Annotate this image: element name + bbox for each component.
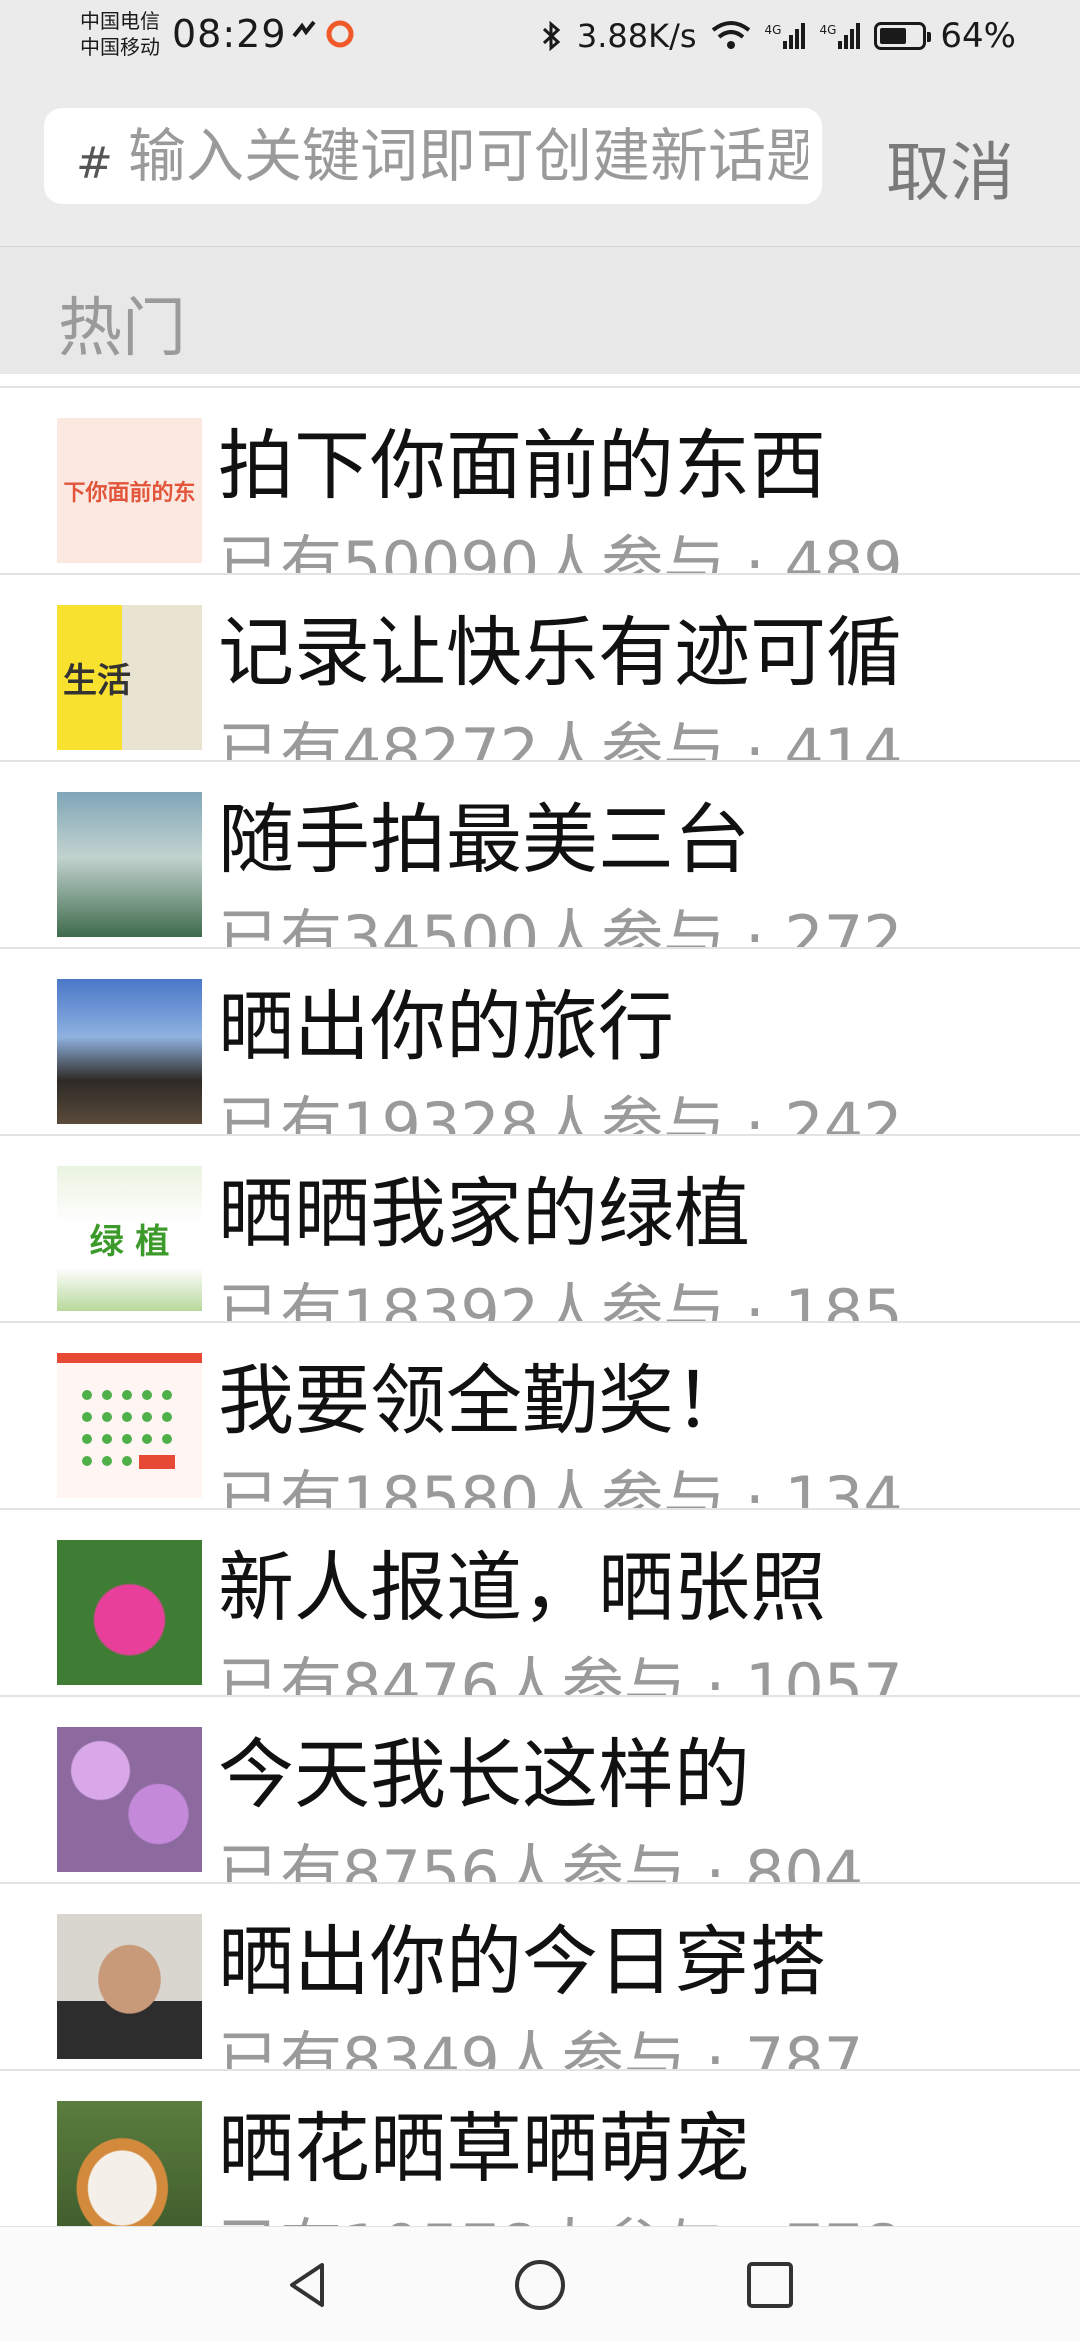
topic-meta: 已有19328人参与 · 242 bbox=[218, 1089, 903, 1136]
record-icon bbox=[326, 20, 354, 48]
bluetooth-icon bbox=[542, 20, 561, 52]
cat-icon bbox=[57, 2101, 202, 2226]
landscape-icon bbox=[57, 792, 202, 937]
section-header: 热门 bbox=[0, 246, 1080, 375]
topic-title: 随手拍最美三台 bbox=[218, 795, 750, 884]
search-bar: # 取消 bbox=[0, 80, 1080, 246]
signal-1-icon: 4G bbox=[765, 23, 806, 49]
hash-icon: # bbox=[76, 138, 113, 189]
list-item[interactable]: 绿 植 晒晒我家的绿植 已有18392人参与 · 185 bbox=[0, 1136, 1080, 1323]
list-item-partial bbox=[0, 374, 1080, 388]
topic-meta: 已有8349人参与 · 787 bbox=[218, 2024, 864, 2071]
topic-meta: 已有50090人参与 · 489 bbox=[218, 528, 903, 575]
topic-meta: 已有8756人参与 · 804 bbox=[218, 1837, 864, 1884]
flower-icon bbox=[57, 1540, 202, 1685]
topic-title: 晒出你的今日穿搭 bbox=[218, 1917, 826, 2006]
search-box[interactable]: # bbox=[44, 108, 822, 204]
battery-fill bbox=[880, 28, 907, 44]
home-icon[interactable] bbox=[510, 2255, 570, 2315]
list-item[interactable]: 晒花晒草晒萌宠 已有10578人参与 · 778 bbox=[0, 2071, 1080, 2226]
topic-meta: 已有48272人参与 · 414 bbox=[218, 715, 903, 762]
list-item[interactable]: 我要领全勤奖！ 已有18580人参与 · 134 bbox=[0, 1323, 1080, 1510]
list-item[interactable]: 下你面前的东 拍下你面前的东西 已有50090人参与 · 489 bbox=[0, 388, 1080, 575]
photo-icon: 生活 bbox=[57, 605, 202, 750]
signal-2-icon: 4G bbox=[819, 23, 861, 49]
topic-meta: 已有18392人参与 · 185 bbox=[218, 1276, 903, 1323]
topic-title: 今天我长这样的 bbox=[218, 1730, 750, 1819]
list-item[interactable]: 生活 记录让快乐有迹可循 已有48272人参与 · 414 bbox=[0, 575, 1080, 762]
status-bar: 中国电信 中国移动 08:29 3.88K/s 4G 4G 64% bbox=[0, 0, 1080, 80]
list-item[interactable]: 今天我长这样的 已有8756人参与 · 804 bbox=[0, 1697, 1080, 1884]
cancel-button[interactable]: 取消 bbox=[886, 122, 1014, 214]
net-speed: 3.88K/s bbox=[576, 17, 697, 55]
blossom-icon bbox=[57, 1727, 202, 1872]
portrait-icon bbox=[57, 1914, 202, 2059]
battery-percent: 64% bbox=[940, 16, 1016, 56]
recents-icon[interactable] bbox=[740, 2255, 800, 2315]
topic-title: 新人报道，晒张照 bbox=[218, 1543, 826, 1632]
topic-search-input[interactable] bbox=[128, 108, 808, 204]
clock: 08:29 bbox=[172, 12, 287, 56]
list-item[interactable]: 晒出你的旅行 已有19328人参与 · 242 bbox=[0, 949, 1080, 1136]
plant-icon: 绿 植 bbox=[57, 1166, 202, 1311]
temple-icon bbox=[57, 979, 202, 1124]
topic-title: 记录让快乐有迹可循 bbox=[218, 608, 902, 697]
carrier-2: 中国移动 bbox=[80, 35, 160, 59]
list-item[interactable]: 随手拍最美三台 已有34500人参与 · 272 bbox=[0, 762, 1080, 949]
topic-title: 晒出你的旅行 bbox=[218, 982, 674, 1071]
list-item[interactable]: 晒出你的今日穿搭 已有8349人参与 · 787 bbox=[0, 1884, 1080, 2071]
topic-meta: 已有8476人参与 · 1057 bbox=[218, 1650, 903, 1697]
status-right: 3.88K/s 4G 4G 64% bbox=[541, 16, 1016, 56]
list-item[interactable]: 新人报道，晒张照 已有8476人参与 · 1057 bbox=[0, 1510, 1080, 1697]
wifi-icon bbox=[711, 21, 750, 49]
navigation-bar bbox=[0, 2226, 1080, 2341]
topic-meta: 已有10578人参与 · 778 bbox=[218, 2197, 903, 2226]
notification-icon bbox=[292, 20, 316, 38]
carrier-labels: 中国电信 中国移动 bbox=[80, 8, 160, 60]
battery-icon bbox=[874, 22, 932, 50]
topic-meta: 已有18580人参与 · 134 bbox=[218, 1463, 903, 1510]
topic-meta: 已有34500人参与 · 272 bbox=[218, 902, 903, 949]
topic-title: 晒晒我家的绿植 bbox=[218, 1169, 750, 1258]
notebook-icon: 下你面前的东 bbox=[57, 418, 202, 563]
topic-title: 我要领全勤奖！ bbox=[218, 1356, 750, 1445]
topic-list[interactable]: 下你面前的东 拍下你面前的东西 已有50090人参与 · 489 生活 记录让快… bbox=[0, 374, 1080, 2226]
back-icon[interactable] bbox=[278, 2255, 338, 2315]
section-title: 热门 bbox=[58, 292, 186, 366]
calendar-icon bbox=[57, 1353, 202, 1498]
topic-title: 拍下你面前的东西 bbox=[218, 421, 826, 510]
carrier-1: 中国电信 bbox=[80, 9, 160, 33]
topic-title: 晒花晒草晒萌宠 bbox=[218, 2104, 750, 2193]
